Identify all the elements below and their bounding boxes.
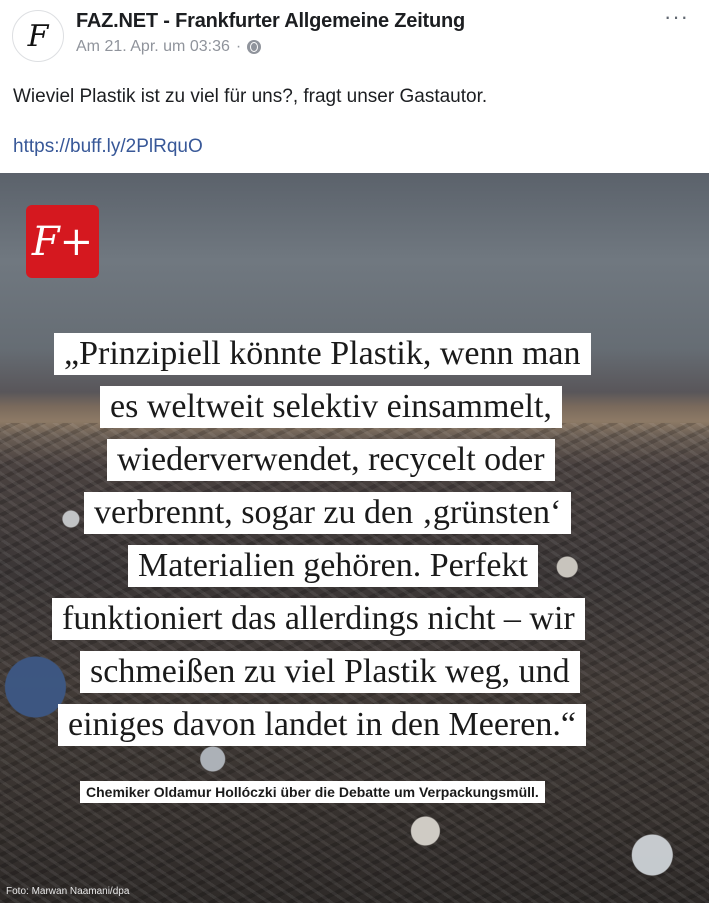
- post-timestamp[interactable]: Am 21. Apr. um 03:36: [76, 38, 230, 56]
- quote-line: einiges davon landet in den Meeren.“: [58, 704, 586, 746]
- post-header: F FAZ.NET - Frankfurter Allgemeine Zeitu…: [0, 0, 709, 70]
- post-link[interactable]: https://buff.ly/2PlRquO: [13, 136, 203, 158]
- post-meta: Am 21. Apr. um 03:36 ·: [76, 38, 262, 56]
- post-image[interactable]: F+ „Prinzipiell könnte Plastik, wenn man…: [0, 173, 709, 903]
- quote-credit: Chemiker Oldamur Hollóczki über die Deba…: [80, 781, 545, 803]
- quote-line: verbrennt, sogar zu den ‚grünsten‘: [84, 492, 572, 534]
- meta-separator: ·: [235, 38, 242, 55]
- globe-icon[interactable]: [247, 40, 262, 54]
- more-dots-icon[interactable]: ···: [664, 6, 689, 28]
- quote-line: funktioniert das allerdings nicht – wir: [52, 598, 585, 640]
- post-text: Wieviel Plastik ist zu viel für uns?, fr…: [13, 86, 488, 107]
- page-name-link[interactable]: FAZ.NET - Frankfurter Allgemeine Zeitung: [76, 10, 465, 33]
- photo-credit: Foto: Marwan Naamani/dpa: [6, 886, 130, 897]
- quote-line: schmeißen zu viel Plastik weg, und: [80, 651, 580, 693]
- quote-line: es weltweit selektiv einsammelt,: [100, 386, 562, 428]
- quote-line: „Prinzipiell könnte Plastik, wenn man: [54, 333, 591, 375]
- faz-logo-icon: F: [27, 18, 49, 54]
- fplus-badge-label: F+: [31, 218, 94, 265]
- quote-line: wiederverwendet, recycelt oder: [107, 439, 555, 481]
- fplus-badge: F+: [26, 205, 99, 278]
- page-avatar[interactable]: F: [12, 10, 64, 62]
- quote-line: Materialien gehören. Perfekt: [128, 545, 538, 587]
